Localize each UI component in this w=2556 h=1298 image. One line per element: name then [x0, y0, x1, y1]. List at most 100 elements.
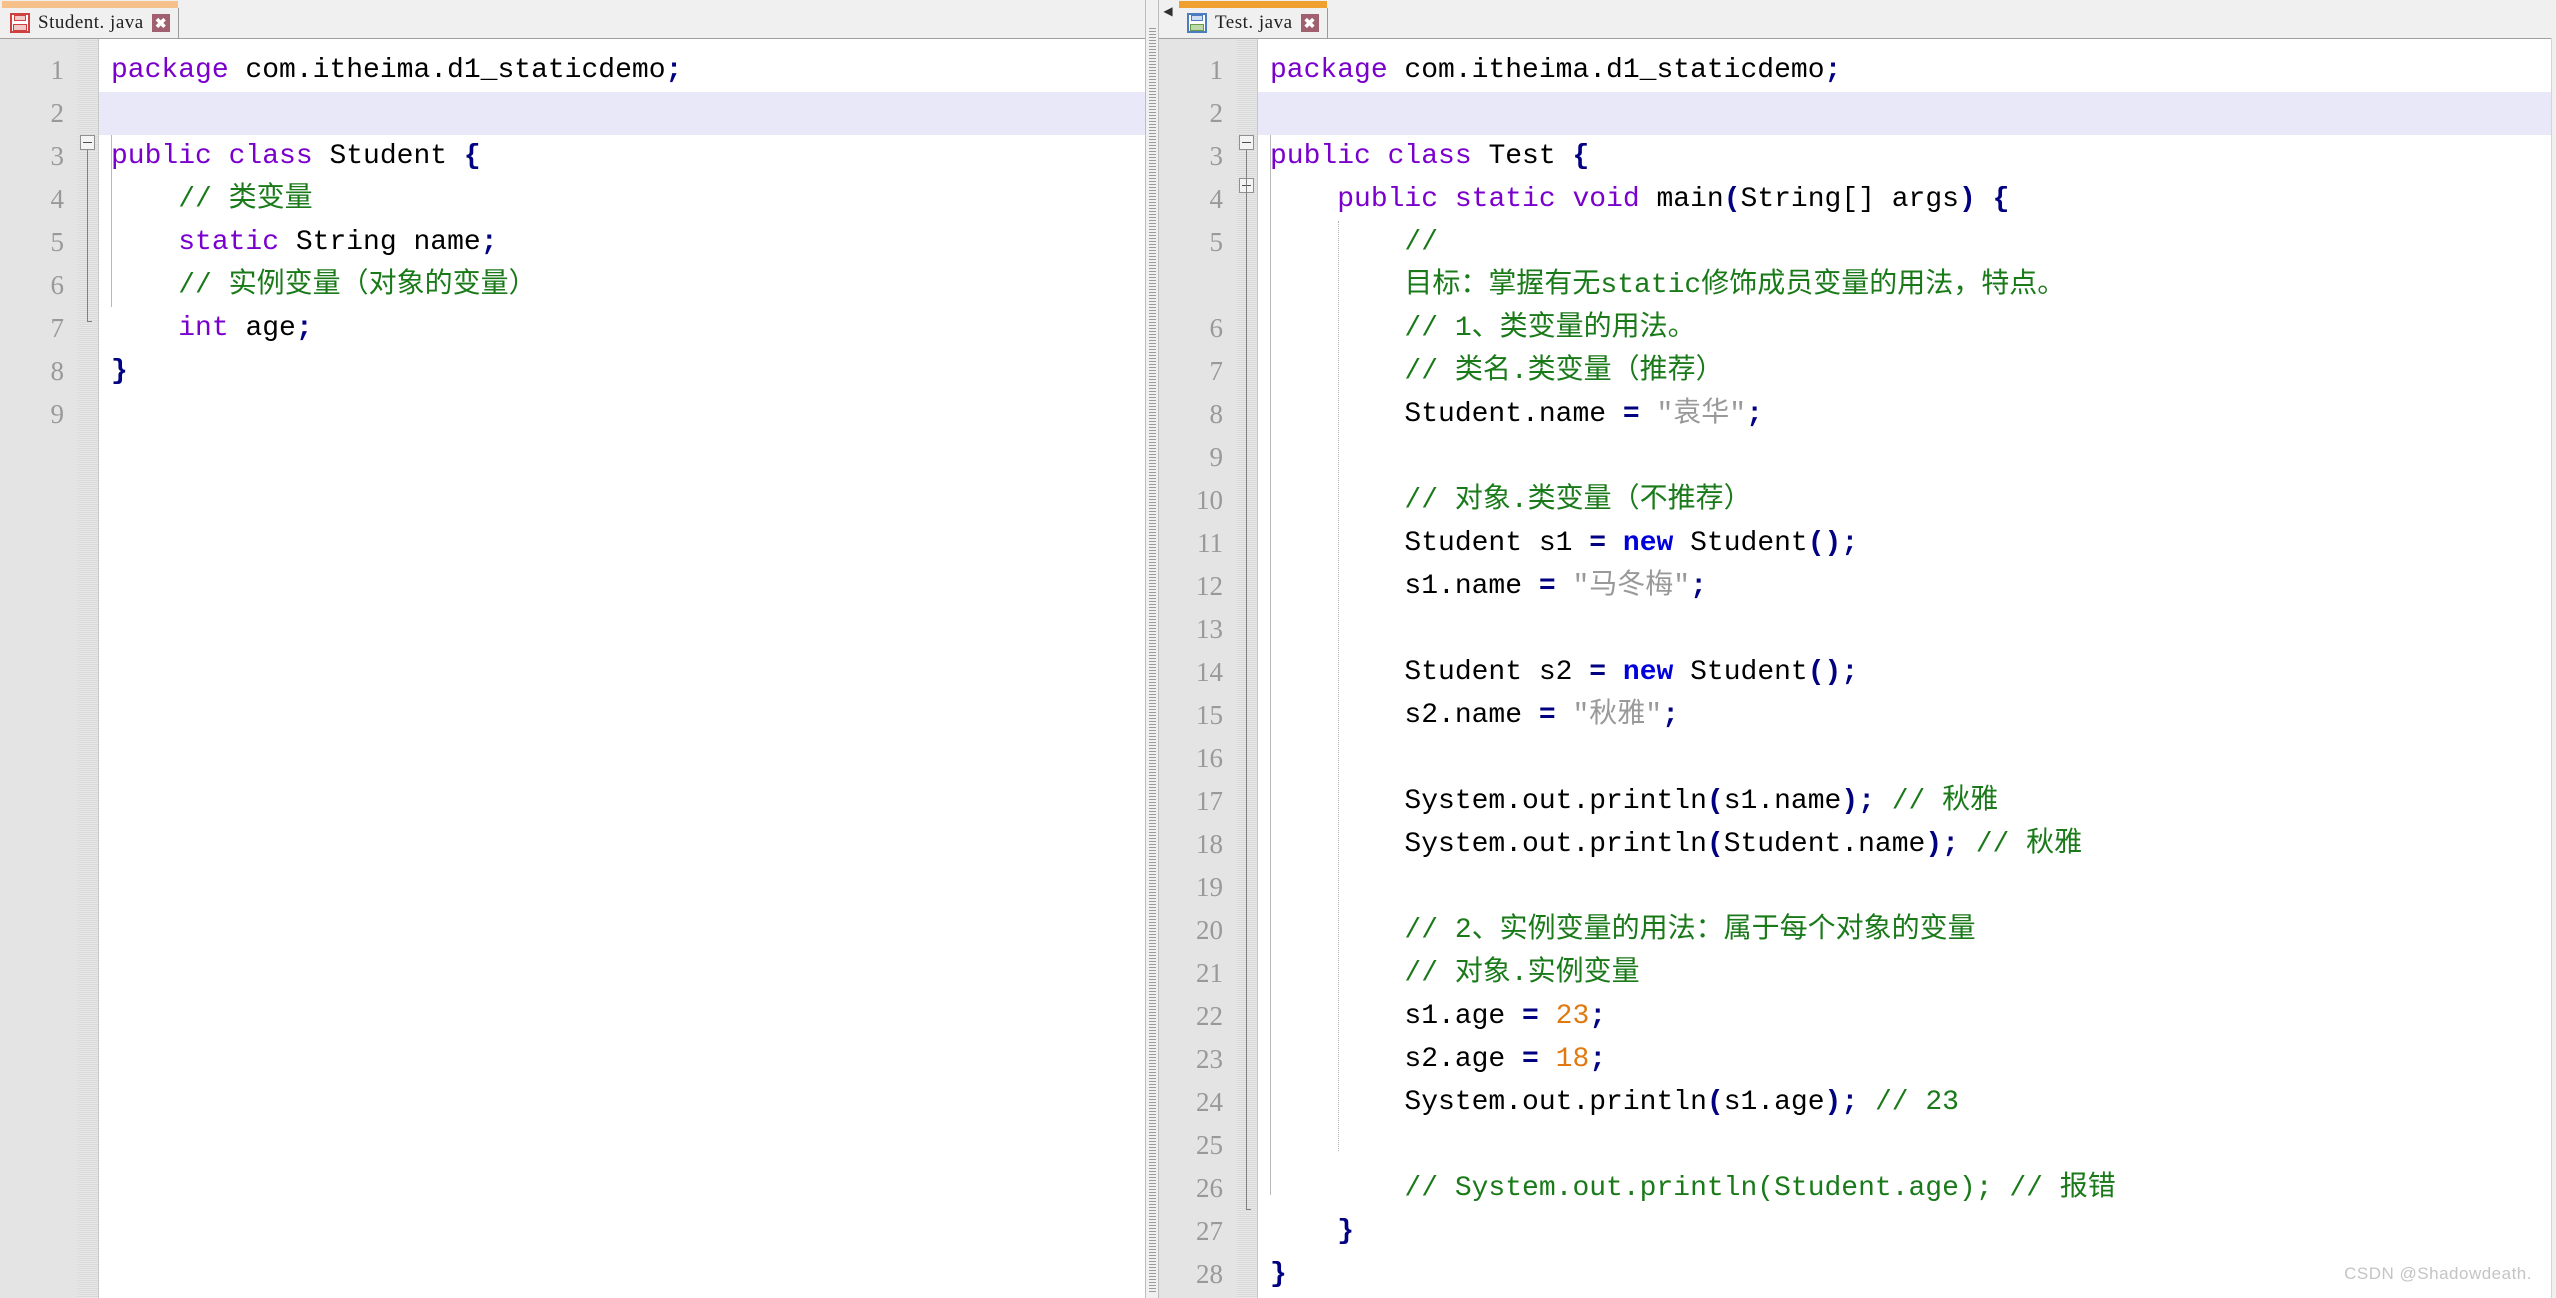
code-line[interactable]: package com.itheima.d1_staticdemo; [1258, 49, 2556, 92]
code-token: } [1337, 1216, 1354, 1247]
code-line[interactable] [1258, 92, 2556, 135]
code-line[interactable]: public class Test { [1258, 135, 2556, 178]
code-token: static [178, 227, 296, 258]
code-line[interactable]: s2.age = 18; [1258, 1038, 2556, 1081]
code-line[interactable]: // 2、实例变量的用法：属于每个对象的变量 [1258, 909, 2556, 952]
code-line[interactable] [99, 92, 1145, 135]
code-line[interactable]: Student.name = "袁华"; [1258, 393, 2556, 436]
fold-toggle-icon[interactable] [80, 135, 95, 150]
code-line[interactable]: s1.name = "马冬梅"; [1258, 565, 2556, 608]
code-token [1556, 700, 1573, 731]
code-token: // 类变量 [111, 184, 313, 215]
code-line[interactable]: int age; [99, 307, 1145, 350]
code-token: public class [111, 141, 329, 172]
code-token: ( [1707, 1087, 1724, 1118]
code-token: ; [666, 55, 683, 86]
code-line[interactable]: Student s1 = new Student(); [1258, 522, 2556, 565]
line-number: 10 [0, 436, 78, 479]
code-token [1606, 528, 1623, 559]
code-line[interactable] [1258, 436, 2556, 479]
code-token: com.itheima.d1_staticdemo [229, 55, 666, 86]
code-token: = [1522, 1044, 1539, 1075]
code-line[interactable]: } [99, 350, 1145, 393]
code-token: s1.name [1724, 786, 1842, 817]
left-editor-panel: Student. java ✖ 123456789101112 package … [0, 0, 1145, 1298]
line-number: 9 [0, 393, 78, 436]
code-token: System.out.println [1270, 1087, 1707, 1118]
code-token: Student [1673, 657, 1807, 688]
line-number: 9 [1159, 436, 1237, 479]
collapse-left-arrow-icon[interactable]: ◀ [1161, 4, 1175, 18]
code-line[interactable]: System.out.println(Student.name); // 秋雅 [1258, 823, 2556, 866]
code-token [1606, 657, 1623, 688]
code-token: "袁华" [1656, 399, 1746, 430]
fold-toggle-icon[interactable] [1239, 135, 1254, 150]
code-line[interactable] [1258, 608, 2556, 651]
line-number: 21 [1159, 952, 1237, 995]
code-token: int [178, 313, 245, 344]
code-token: ; [1589, 1044, 1606, 1075]
code-token: ) [1959, 184, 1976, 215]
code-line[interactable]: } [1258, 1210, 2556, 1253]
line-number: 7 [1159, 350, 1237, 393]
splitter-grip[interactable] [1149, 26, 1156, 1292]
tab-student-java[interactable]: Student. java ✖ [2, 8, 179, 38]
code-line[interactable]: public class Student { [99, 135, 1145, 178]
code-line[interactable]: // 1、类变量的用法。 [1258, 307, 2556, 350]
code-token: new [1623, 528, 1673, 559]
code-token [1270, 184, 1337, 215]
left-fold-column[interactable] [78, 39, 99, 1298]
code-line[interactable] [1258, 1124, 2556, 1167]
code-line[interactable]: // 类变量 [99, 178, 1145, 221]
code-line[interactable]: // 类名.类变量（推荐） [1258, 350, 2556, 393]
line-number: 27 [1159, 1210, 1237, 1253]
code-line[interactable]: // 实例变量（对象的变量） [99, 264, 1145, 307]
right-tab-bar: ◀ Test. java ✖ [1159, 0, 2556, 39]
line-number: 11 [1159, 522, 1237, 565]
left-editor-body[interactable]: 123456789101112 package com.itheima.d1_s… [0, 39, 1145, 1298]
panel-splitter[interactable] [1145, 0, 1159, 1298]
line-number: 4 [1159, 178, 1237, 221]
code-line[interactable]: s1.age = 23; [1258, 995, 2556, 1038]
code-token: ( [1707, 829, 1724, 860]
close-icon[interactable]: ✖ [1301, 14, 1319, 32]
code-token: ); [1841, 786, 1875, 817]
code-token: s1.age [1724, 1087, 1825, 1118]
code-line[interactable]: s2.name = "秋雅"; [1258, 694, 2556, 737]
code-line[interactable]: // 目标：掌握有无static修饰成员变量的用法，特点。 [1258, 221, 2556, 307]
line-number: 15 [1159, 694, 1237, 737]
code-token: () [1808, 657, 1842, 688]
line-number: 10 [1159, 479, 1237, 522]
code-token: Student.name [1724, 829, 1926, 860]
code-token [1556, 571, 1573, 602]
floppy-disk-icon [1187, 13, 1207, 33]
code-line[interactable]: package com.itheima.d1_staticdemo; [99, 49, 1145, 92]
code-line[interactable]: static String name; [99, 221, 1145, 264]
code-token: // 对象.实例变量 [1270, 958, 1640, 989]
left-code-area[interactable]: package com.itheima.d1_staticdemo; publi… [99, 39, 1145, 1298]
code-line[interactable]: Student s2 = new Student(); [1258, 651, 2556, 694]
code-token: = [1539, 700, 1556, 731]
code-line[interactable]: } [1258, 1253, 2556, 1296]
code-token: ; [296, 313, 313, 344]
code-token: ( [1724, 184, 1741, 215]
code-line[interactable]: // 对象.类变量（不推荐） [1258, 479, 2556, 522]
code-line[interactable]: // 对象.实例变量 [1258, 952, 2556, 995]
code-line[interactable]: System.out.println(s1.age); // 23 [1258, 1081, 2556, 1124]
right-code-area[interactable]: package com.itheima.d1_staticdemo; publi… [1258, 39, 2556, 1298]
close-icon[interactable]: ✖ [152, 14, 170, 32]
right-scroll-edge[interactable] [2551, 38, 2556, 1298]
editor-window: Student. java ✖ 123456789101112 package … [0, 0, 2556, 1298]
code-line[interactable] [1258, 866, 2556, 909]
code-line[interactable]: // System.out.println(Student.age); // 报… [1258, 1167, 2556, 1210]
code-token: System.out.println [1270, 786, 1707, 817]
line-number: 11 [0, 479, 78, 522]
code-line[interactable]: System.out.println(s1.name); // 秋雅 [1258, 780, 2556, 823]
code-line[interactable] [1258, 737, 2556, 780]
tab-test-java[interactable]: Test. java ✖ [1179, 8, 1328, 38]
right-editor-body[interactable]: 1234567891011121314151617181920212223242… [1159, 39, 2556, 1298]
code-line[interactable]: public static void main(String[] args) { [1258, 178, 2556, 221]
code-token: s2.name [1270, 700, 1539, 731]
right-fold-column[interactable] [1237, 39, 1258, 1298]
code-line[interactable] [99, 393, 1145, 436]
